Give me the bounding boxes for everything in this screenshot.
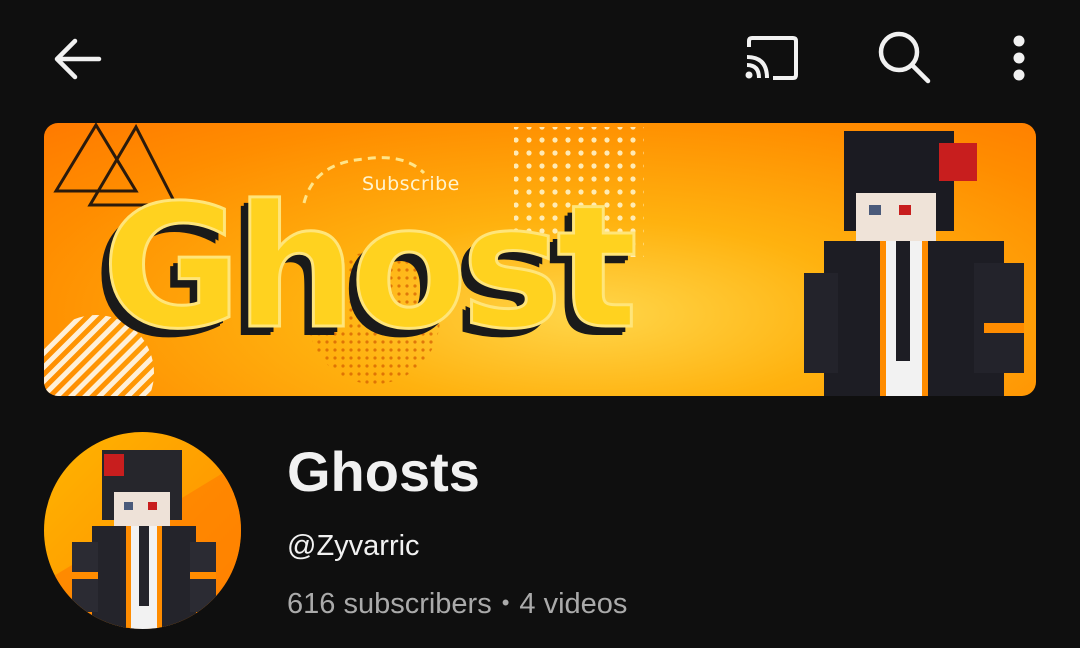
video-count: 4 videos: [519, 588, 628, 620]
channel-handle[interactable]: @Zyvarric: [287, 532, 420, 561]
character-figure: [804, 131, 1024, 396]
avatar-character-image: [44, 450, 241, 629]
arrow-left-icon: [54, 38, 102, 80]
cast-button[interactable]: [732, 26, 810, 90]
channel-stats: 616 subscribers • 4 videos: [287, 590, 627, 619]
top-app-bar: [0, 0, 1080, 118]
search-button[interactable]: [866, 24, 942, 90]
channel-name: Ghosts: [287, 440, 480, 503]
cast-icon: [745, 36, 798, 80]
channel-avatar[interactable]: [44, 432, 241, 629]
back-button[interactable]: [40, 28, 114, 90]
more-vertical-icon: [1013, 35, 1025, 81]
banner-title-text: Ghost: [101, 169, 640, 367]
channel-banner: Subscribe Ghost: [44, 123, 1036, 396]
search-icon: [878, 31, 931, 84]
subscriber-count: 616 subscribers: [287, 588, 492, 620]
stats-separator: •: [501, 590, 510, 615]
more-options-button[interactable]: [994, 26, 1044, 90]
